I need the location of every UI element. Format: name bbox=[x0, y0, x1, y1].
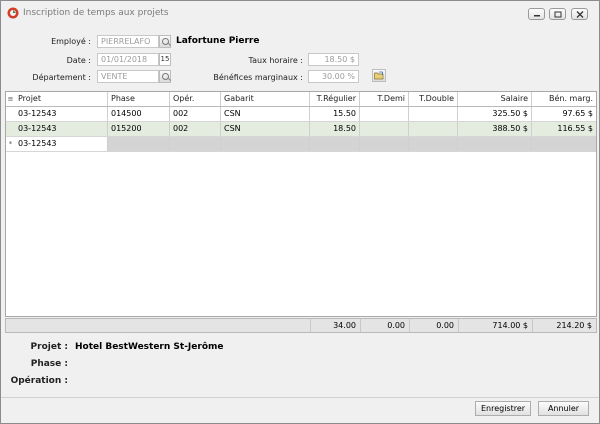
taux-horaire-label: Taux horaire : bbox=[248, 56, 303, 65]
total-t-double: 0.00 bbox=[409, 319, 458, 332]
cell-ben-marg: 116.55 $ bbox=[557, 124, 593, 133]
close-icon bbox=[576, 11, 584, 18]
cell-phase[interactable] bbox=[108, 137, 170, 151]
search-icon bbox=[162, 38, 169, 45]
employee-form: Employé : PIERRELAFO Lafortune Pierre Da… bbox=[1, 27, 599, 91]
operation-info-label: Opération : bbox=[10, 376, 68, 386]
new-entry-row[interactable]: * 03-12543 bbox=[6, 137, 596, 152]
minimize-button[interactable] bbox=[528, 8, 545, 20]
cell-projet[interactable]: 03-12543 bbox=[15, 122, 108, 136]
search-icon bbox=[162, 73, 169, 80]
date-field[interactable]: 01/01/2018 bbox=[97, 53, 159, 66]
totals-row: 34.00 0.00 0.00 714.00 $ 214.20 $ bbox=[5, 318, 597, 333]
cell-t-regulier[interactable]: 15.50 bbox=[310, 107, 360, 121]
cell-t-demi[interactable] bbox=[360, 107, 409, 121]
col-t-regulier[interactable]: T.Régulier bbox=[310, 92, 360, 106]
cell-gabarit[interactable]: CSN bbox=[221, 107, 310, 121]
cell-gabarit[interactable] bbox=[221, 137, 310, 151]
col-operation[interactable]: Opér. bbox=[170, 92, 221, 106]
header-indicator: ≡ bbox=[7, 95, 14, 103]
cell-t-demi[interactable] bbox=[360, 122, 409, 136]
title-bar: Inscription de temps aux projets bbox=[1, 1, 599, 27]
phase-info-label: Phase : bbox=[30, 359, 68, 369]
cell-t-double[interactable] bbox=[409, 107, 458, 121]
employe-lookup-button[interactable] bbox=[159, 35, 171, 48]
divider bbox=[1, 397, 599, 398]
departement-lookup-button[interactable] bbox=[159, 70, 171, 83]
employee-full-name: Lafortune Pierre bbox=[176, 36, 260, 46]
window-title: Inscription de temps aux projets bbox=[23, 8, 169, 18]
new-row-indicator: * bbox=[8, 140, 13, 148]
folder-icon bbox=[374, 71, 384, 80]
col-phase[interactable]: Phase bbox=[108, 92, 170, 106]
project-info: Projet : Hotel BestWestern St-Jerôme Pha… bbox=[1, 337, 599, 395]
close-button[interactable] bbox=[571, 8, 588, 20]
cell-phase[interactable]: 015200 bbox=[108, 122, 170, 136]
grid-header: ≡ Projet Phase Opér. Gabarit T.Régulier … bbox=[6, 92, 596, 107]
cell-projet[interactable]: 03-12543 bbox=[15, 137, 108, 151]
col-salaire[interactable]: Salaire bbox=[458, 92, 532, 106]
save-button[interactable]: Enregistrer bbox=[475, 401, 531, 416]
maximize-icon bbox=[554, 11, 562, 18]
col-t-double[interactable]: T.Double bbox=[409, 92, 458, 106]
table-row[interactable]: 03-12543 014500 002 CSN 15.50 325.50 $ 9… bbox=[6, 107, 596, 122]
cancel-button[interactable]: Annuler bbox=[538, 401, 589, 416]
open-folder-button[interactable] bbox=[372, 69, 386, 82]
benefices-label: Bénéfices marginaux : bbox=[213, 73, 303, 82]
benefices-field[interactable]: 30.00 % bbox=[308, 70, 359, 83]
total-ben-marg: 214.20 $ bbox=[532, 319, 596, 332]
cell-operation[interactable]: 002 bbox=[170, 107, 221, 121]
projet-info-value: Hotel BestWestern St-Jerôme bbox=[75, 342, 224, 352]
time-entries-grid: ≡ Projet Phase Opér. Gabarit T.Régulier … bbox=[5, 91, 597, 317]
cell-operation[interactable]: 002 bbox=[170, 122, 221, 136]
employe-field[interactable]: PIERRELAFO bbox=[97, 35, 159, 48]
app-logo-icon bbox=[7, 7, 19, 19]
date-label: Date : bbox=[66, 56, 91, 65]
departement-label: Département : bbox=[32, 73, 91, 82]
cell-t-double[interactable] bbox=[409, 137, 458, 151]
cell-salaire: 388.50 $ bbox=[458, 122, 532, 136]
calendar-button[interactable]: 15 bbox=[159, 53, 171, 66]
cell-t-regulier[interactable]: 18.50 bbox=[310, 122, 360, 136]
cell-t-double[interactable] bbox=[409, 122, 458, 136]
minimize-icon bbox=[534, 15, 540, 17]
maximize-button[interactable] bbox=[549, 8, 566, 20]
departement-field[interactable]: VENTE bbox=[97, 70, 159, 83]
cell-projet[interactable]: 03-12543 bbox=[15, 107, 108, 121]
cell-phase[interactable]: 014500 bbox=[108, 107, 170, 121]
col-projet[interactable]: Projet bbox=[15, 92, 108, 106]
total-t-regulier: 34.00 bbox=[310, 319, 360, 332]
col-gabarit[interactable]: Gabarit bbox=[221, 92, 310, 106]
cell-ben-marg bbox=[532, 137, 596, 151]
cell-salaire bbox=[458, 137, 532, 151]
cell-t-regulier[interactable] bbox=[310, 137, 360, 151]
cell-t-demi[interactable] bbox=[360, 137, 409, 151]
cell-salaire: 325.50 $ bbox=[458, 107, 532, 121]
cell-ben-marg: 97.65 $ bbox=[562, 109, 593, 118]
col-ben-marg[interactable]: Bén. marg. bbox=[532, 92, 596, 106]
cell-gabarit[interactable]: CSN bbox=[221, 122, 310, 136]
col-t-demi[interactable]: T.Demi bbox=[360, 92, 409, 106]
cell-operation[interactable] bbox=[170, 137, 221, 151]
time-entry-window: Inscription de temps aux projets Employé… bbox=[0, 0, 600, 424]
taux-horaire-field[interactable]: 18.50 $ bbox=[308, 53, 359, 66]
employe-label: Employé : bbox=[51, 37, 91, 46]
total-salaire: 714.00 $ bbox=[458, 319, 532, 332]
total-t-demi: 0.00 bbox=[360, 319, 409, 332]
projet-info-label: Projet : bbox=[30, 342, 68, 352]
table-row[interactable]: 03-12543 015200 002 CSN 18.50 388.50 $ 1… bbox=[6, 122, 596, 137]
